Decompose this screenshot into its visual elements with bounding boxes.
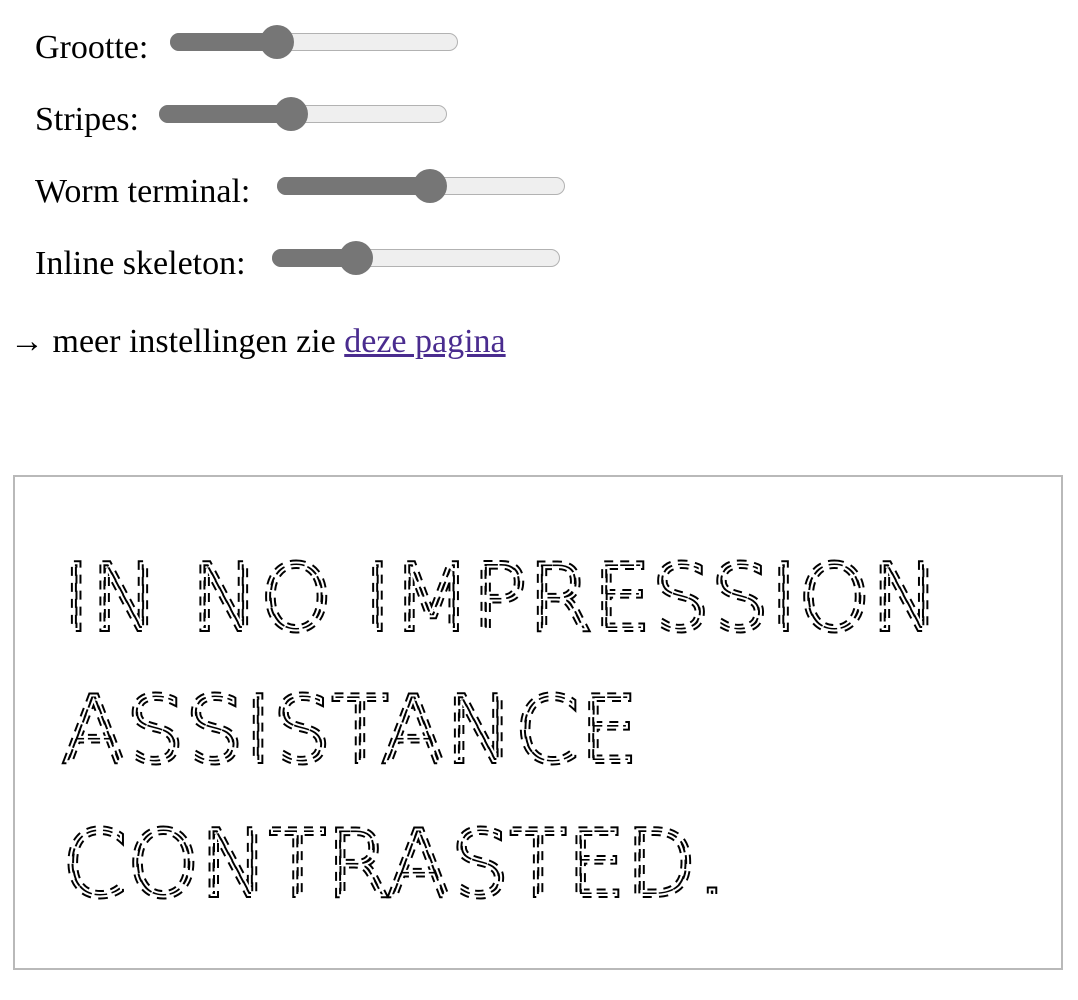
slider-thumb[interactable] <box>259 25 294 59</box>
label-inline-skeleton: Inline skeleton: <box>35 245 246 282</box>
preview-line-3-skeleton: CONTRASTED. <box>63 812 728 917</box>
slider-inline-skeleton[interactable] <box>272 241 560 275</box>
slider-stripes[interactable] <box>159 97 447 131</box>
slider-thumb[interactable] <box>274 97 309 131</box>
font-preview-canvas: IN NO IMPRESSION IN NO IMPRESSION ASSIST… <box>60 543 942 920</box>
slider-worm-terminal[interactable] <box>277 169 565 203</box>
label-grootte: Grootte: <box>35 29 149 66</box>
more-settings-line: → meer instellingen zie deze pagina <box>10 320 506 364</box>
slider-grootte[interactable] <box>170 25 458 59</box>
arrow-right-icon: → <box>10 323 44 360</box>
more-settings-link[interactable]: deze pagina <box>344 323 505 360</box>
more-settings-text: meer instellingen zie <box>44 323 345 360</box>
label-worm-terminal: Worm terminal: <box>35 173 251 210</box>
label-stripes: Stripes: <box>35 101 139 138</box>
slider-fill <box>277 177 430 195</box>
slider-fill <box>159 105 292 123</box>
preview-line-2-skeleton: ASSISTANCE <box>63 678 639 783</box>
preview-line-1-skeleton: IN NO IMPRESSION <box>63 546 941 651</box>
slider-thumb[interactable] <box>338 241 373 275</box>
slider-thumb[interactable] <box>412 169 447 203</box>
font-preview-box: IN NO IMPRESSION IN NO IMPRESSION ASSIST… <box>13 475 1063 970</box>
